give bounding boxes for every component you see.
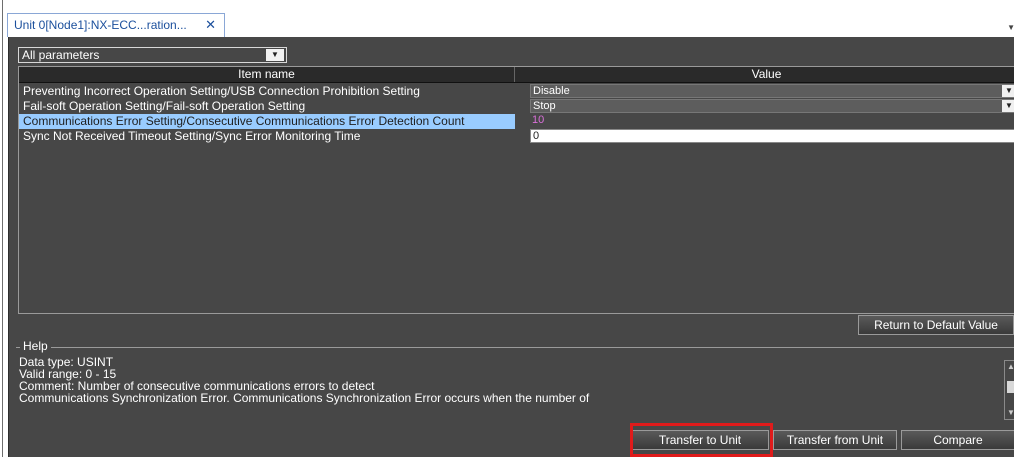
scroll-up-icon[interactable]: ▲ xyxy=(1005,361,1014,373)
row-item-name: Communications Error Setting/Consecutive… xyxy=(19,114,515,129)
chevron-down-icon[interactable]: ▼ xyxy=(1002,85,1014,97)
row-value-input[interactable]: 0 xyxy=(530,129,1014,143)
row-item-name: Preventing Incorrect Operation Setting/U… xyxy=(23,84,420,98)
tab-bar: Unit 0[Node1]:NX-ECC...ration... ✕ ▼ xyxy=(3,11,1014,37)
column-header-value[interactable]: Value xyxy=(516,67,1014,82)
return-to-default-button[interactable]: Return to Default Value xyxy=(858,315,1014,335)
row-value-text: Stop xyxy=(533,100,556,112)
row-value-text: Disable xyxy=(533,85,570,97)
tab-unit-configuration[interactable]: Unit 0[Node1]:NX-ECC...ration... ✕ xyxy=(7,13,225,37)
row-value-dropdown[interactable]: Stop ▼ xyxy=(530,99,1014,113)
row-item-name: Fail-soft Operation Setting/Fail-soft Op… xyxy=(23,99,306,113)
grid-header: Item name Value xyxy=(19,67,1014,83)
table-row[interactable]: Preventing Incorrect Operation Setting/U… xyxy=(19,84,1014,99)
tab-title: Unit 0[Node1]:NX-ECC...ration... xyxy=(14,18,187,32)
transfer-from-unit-button[interactable]: Transfer from Unit xyxy=(773,430,897,450)
transfer-to-unit-button[interactable]: Transfer to Unit xyxy=(631,430,769,450)
tab-list-chevron-icon[interactable]: ▼ xyxy=(1007,23,1014,32)
table-row[interactable]: Fail-soft Operation Setting/Fail-soft Op… xyxy=(19,99,1014,114)
editor-frame: Unit 0[Node1]:NX-ECC...ration... ✕ ▼ All… xyxy=(2,0,1014,457)
parameter-panel: All parameters ▼ Item name Value Prevent… xyxy=(8,37,1014,457)
parameter-filter-dropdown[interactable]: All parameters ▼ xyxy=(18,47,287,63)
help-group: Help Data type: USINT Valid range: 0 - 1… xyxy=(16,339,1014,427)
help-scrollbar[interactable]: ▲ ▼ xyxy=(1004,360,1014,420)
parameter-grid: Item name Value Preventing Incorrect Ope… xyxy=(18,66,1014,314)
help-line-description: Communications Synchronization Error. Co… xyxy=(19,391,590,405)
compare-button[interactable]: Compare xyxy=(901,430,1014,450)
row-value-field[interactable]: 10 xyxy=(530,114,1014,128)
chevron-down-icon[interactable]: ▼ xyxy=(1002,100,1014,112)
help-text: Data type: USINT Valid range: 0 - 15 Com… xyxy=(19,356,984,422)
column-header-item-name[interactable]: Item name xyxy=(19,67,515,82)
table-row[interactable]: Communications Error Setting/Consecutive… xyxy=(19,114,1014,129)
row-item-name: Sync Not Received Timeout Setting/Sync E… xyxy=(23,129,361,143)
scroll-down-icon[interactable]: ▼ xyxy=(1005,407,1014,419)
close-icon[interactable]: ✕ xyxy=(205,14,216,36)
filter-selected-value: All parameters xyxy=(22,48,100,62)
help-line-data-type: Data type: USINT xyxy=(19,356,114,369)
table-row[interactable]: Sync Not Received Timeout Setting/Sync E… xyxy=(19,129,1014,144)
help-legend: Help xyxy=(20,339,51,353)
row-value-dropdown[interactable]: Disable ▼ xyxy=(530,84,1014,98)
chevron-down-icon[interactable]: ▼ xyxy=(266,49,284,61)
scroll-thumb[interactable] xyxy=(1007,381,1014,393)
